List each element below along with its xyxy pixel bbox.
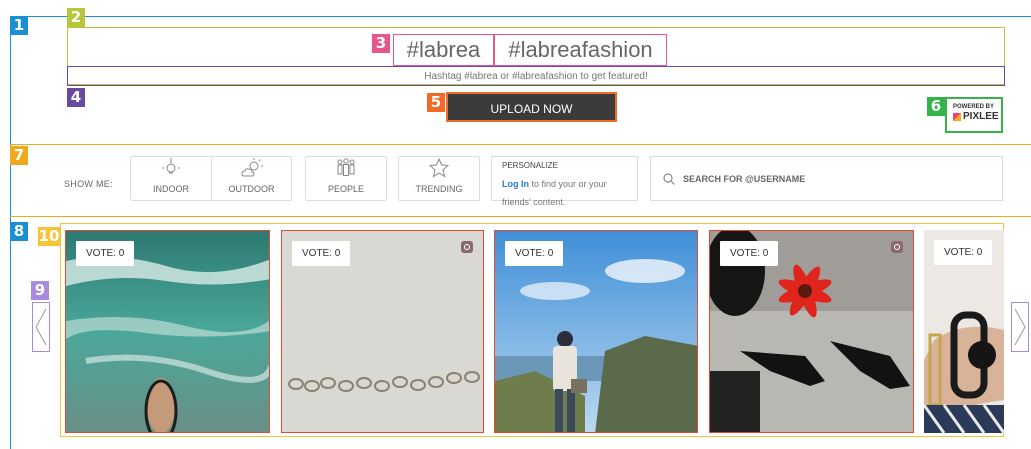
instagram-icon <box>461 241 473 253</box>
annotation-label-1: 1 <box>10 16 28 35</box>
photo-gallery: VOTE: 0 11 VOTE: 0 <box>0 218 1031 449</box>
annotation-label-4: 4 <box>67 88 85 107</box>
show-me-label: SHOW ME: <box>64 179 113 189</box>
carousel-next-button[interactable] <box>1011 302 1029 352</box>
search-icon <box>663 172 675 185</box>
people-icon <box>337 158 355 176</box>
hashtag-instructions: Hashtag #labrea or #labreafashion to get… <box>424 71 648 82</box>
filter-outdoor-label: OUTDOOR <box>228 184 275 194</box>
carousel-prev-button[interactable] <box>32 302 50 352</box>
personalize-title: PERSONALIZE <box>502 161 559 170</box>
pixlee-brand: PIXLEE <box>953 111 999 123</box>
gallery-tile[interactable]: VOTE: 0 <box>281 230 484 433</box>
annotation-label-6: 6 <box>927 97 945 116</box>
indoor-outdoor-filter-group: INDOOR OUTDOOR <box>130 156 292 201</box>
personalize-box: PERSONALIZE Log In to find your or your … <box>491 156 638 207</box>
people-filter-group: PEOPLE <box>305 156 387 201</box>
sun-cloud-icon <box>240 158 263 177</box>
pixlee-mark-icon <box>953 113 961 121</box>
vote-count-badge[interactable]: VOTE: 0 <box>934 240 993 265</box>
gallery-tile[interactable]: VOTE: 0 <box>709 230 914 433</box>
gallery-tile[interactable]: VOTE: 0 <box>494 230 698 433</box>
vote-count-badge[interactable]: VOTE: 0 <box>76 241 135 266</box>
upload-now-button[interactable]: UPLOAD NOW <box>446 92 617 122</box>
hashtag-labrea[interactable]: #labrea <box>393 34 494 66</box>
personalize-text: Log In to find your or your friends' con… <box>502 179 607 207</box>
instagram-icon <box>891 241 903 253</box>
annotation-label-3: 3 <box>372 34 390 53</box>
vote-count-badge[interactable]: VOTE: 0 <box>720 241 779 266</box>
username-search[interactable] <box>650 156 1003 201</box>
filter-indoor-label: INDOOR <box>153 184 189 194</box>
annotation-label-5: 5 <box>427 93 445 112</box>
annotation-label-2: 2 <box>67 8 85 27</box>
powered-by-text: POWERED BY <box>953 104 995 110</box>
powered-by-pixlee-logo[interactable]: POWERED BY PIXLEE <box>945 97 1003 133</box>
lightbulb-icon <box>162 158 180 174</box>
username-search-input[interactable] <box>683 173 963 184</box>
star-icon <box>429 158 449 178</box>
gallery-tile[interactable]: VOTE: 0 <box>65 230 270 433</box>
trending-filter-group: TRENDING <box>398 156 480 201</box>
filter-indoor-button[interactable]: INDOOR <box>131 157 211 200</box>
hashtag-row: #labrea #labreafashion <box>393 34 667 66</box>
filter-bar: SHOW ME: INDOOR OUTDOOR PEOPLE TRENDING … <box>0 145 1031 217</box>
chevron-right-icon <box>1014 308 1026 346</box>
filter-trending-label: TRENDING <box>415 184 463 194</box>
filter-outdoor-button[interactable]: OUTDOOR <box>211 157 291 200</box>
filter-people-button[interactable]: PEOPLE <box>306 157 386 200</box>
gallery-tile[interactable]: VOTE: 0 <box>924 230 1004 433</box>
vote-count-badge[interactable]: VOTE: 0 <box>505 241 564 266</box>
pixlee-brand-text: PIXLEE <box>963 111 999 122</box>
hashtag-labreafashion[interactable]: #labreafashion <box>494 34 667 66</box>
vote-count-badge[interactable]: VOTE: 0 <box>292 241 351 266</box>
login-link[interactable]: Log In <box>502 179 529 189</box>
filter-trending-button[interactable]: TRENDING <box>399 157 479 200</box>
chevron-left-icon <box>35 308 47 346</box>
filter-people-label: PEOPLE <box>327 184 365 194</box>
